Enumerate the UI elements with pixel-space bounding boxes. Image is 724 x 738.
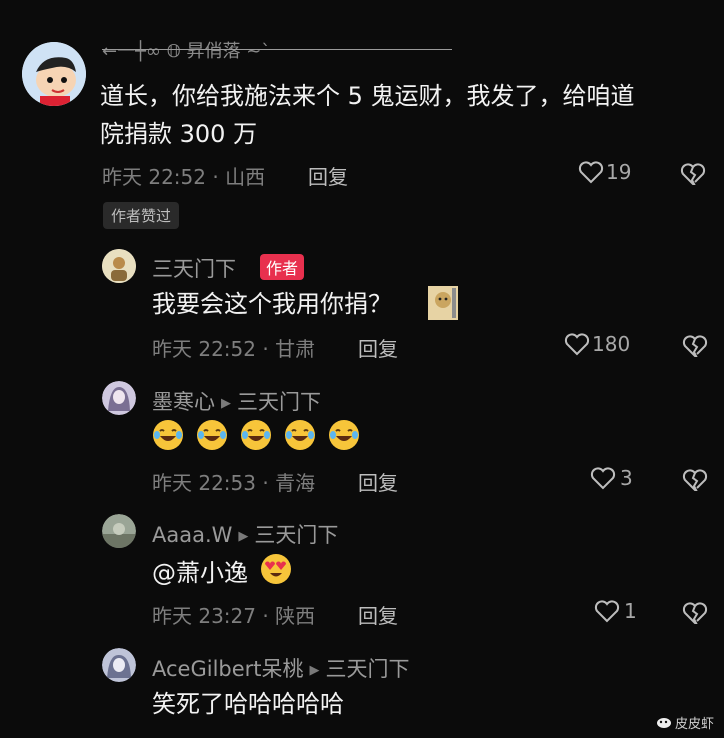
comment-time-location: 昨天 22:52 · 甘肃 [152, 337, 316, 361]
sticker-image [428, 286, 458, 320]
author-liked-tag: 作者赞过 [103, 202, 180, 229]
reply-arrow-icon: ▶ [238, 529, 249, 544]
dislike-button[interactable] [682, 468, 708, 496]
like-count: 3 [620, 466, 633, 490]
reply-button[interactable]: 回复 [358, 600, 398, 629]
shrimp-logo-icon [656, 717, 671, 728]
laughing-emoji-icon [153, 420, 183, 450]
avatar[interactable] [102, 648, 136, 682]
comment-username[interactable]: 墨寒心 [152, 390, 215, 414]
watermark: 皮皮虾 [656, 713, 714, 732]
like-button[interactable]: 1 [594, 599, 637, 623]
reply-button[interactable]: 回复 [358, 333, 398, 362]
comment-text: @萧小逸 [152, 553, 299, 591]
heart-outline-icon [578, 161, 604, 184]
dislike-button[interactable] [682, 601, 708, 629]
avatar[interactable] [102, 514, 136, 548]
comment-username[interactable]: AceGilbert呆桃 [152, 657, 304, 681]
reply-button[interactable]: 回复 [358, 467, 398, 496]
avatar[interactable] [102, 381, 136, 415]
avatar[interactable] [102, 249, 136, 283]
broken-heart-icon [682, 469, 708, 491]
comment-text-line2: 院捐款 300 万 [100, 120, 258, 148]
like-button[interactable]: 180 [564, 332, 630, 356]
reply-to-username[interactable]: 三天门下 [254, 523, 338, 547]
comment-text: 我要会这个我用你捐？ [152, 290, 392, 318]
dislike-button[interactable] [680, 162, 706, 190]
like-button[interactable]: 19 [578, 160, 631, 184]
heart-outline-icon [590, 467, 616, 490]
like-count: 180 [592, 332, 631, 356]
comment-username-line: AceGilbert呆桃 ▶ 三天门下 [152, 653, 410, 683]
comment-time-location: 昨天 23:27 · 陕西 [152, 604, 316, 628]
reply-button[interactable]: 回复 [308, 161, 348, 190]
comment-text: 笑死了哈哈哈哈哈 [152, 690, 344, 718]
broken-heart-icon [682, 602, 708, 624]
comment-time-location: 昨天 22:52 · 山西 [102, 165, 266, 189]
comment-username[interactable]: Aaaa.W [152, 523, 232, 547]
like-count: 1 [624, 599, 637, 623]
reply-to-username[interactable]: 三天门下 [326, 657, 410, 681]
like-button[interactable]: 3 [590, 466, 633, 490]
comment-text: 道长，你给我施法来个 5 鬼运财，我发了，给咱道 [100, 82, 635, 110]
broken-heart-icon [680, 163, 706, 185]
laughing-emoji-icon [241, 420, 272, 450]
emoji-row [152, 419, 367, 451]
watermark-text: 皮皮虾 [674, 717, 714, 732]
strikethrough-line [102, 49, 452, 50]
dislike-button[interactable] [682, 334, 708, 362]
author-badge: 作者 [260, 254, 305, 280]
comment-username-line: 墨寒心 ▶ 三天门下 [152, 386, 321, 416]
broken-heart-icon [682, 335, 708, 357]
laughing-emoji-icon [329, 420, 360, 450]
laughing-emoji-icon [197, 420, 228, 450]
heart-outline-icon [594, 600, 620, 623]
like-count: 19 [606, 160, 632, 184]
comment-username[interactable]: ←一┼∞ 𝕆 昇俏落 ~` [102, 37, 270, 63]
comment-username-line: Aaaa.W ▶ 三天门下 [152, 519, 338, 549]
heart-outline-icon [564, 333, 590, 356]
laughing-emoji-icon [285, 420, 316, 450]
reply-to-username[interactable]: 三天门下 [237, 390, 321, 414]
mention-link[interactable]: @萧小逸 [152, 559, 248, 587]
reply-arrow-icon: ▶ [309, 663, 320, 678]
comment-time-location: 昨天 22:53 · 青海 [152, 471, 316, 495]
comment-username[interactable]: 三天门下 [152, 253, 236, 283]
avatar[interactable] [22, 42, 86, 106]
heart-eyes-emoji-icon [260, 554, 291, 584]
reply-arrow-icon: ▶ [221, 396, 231, 411]
